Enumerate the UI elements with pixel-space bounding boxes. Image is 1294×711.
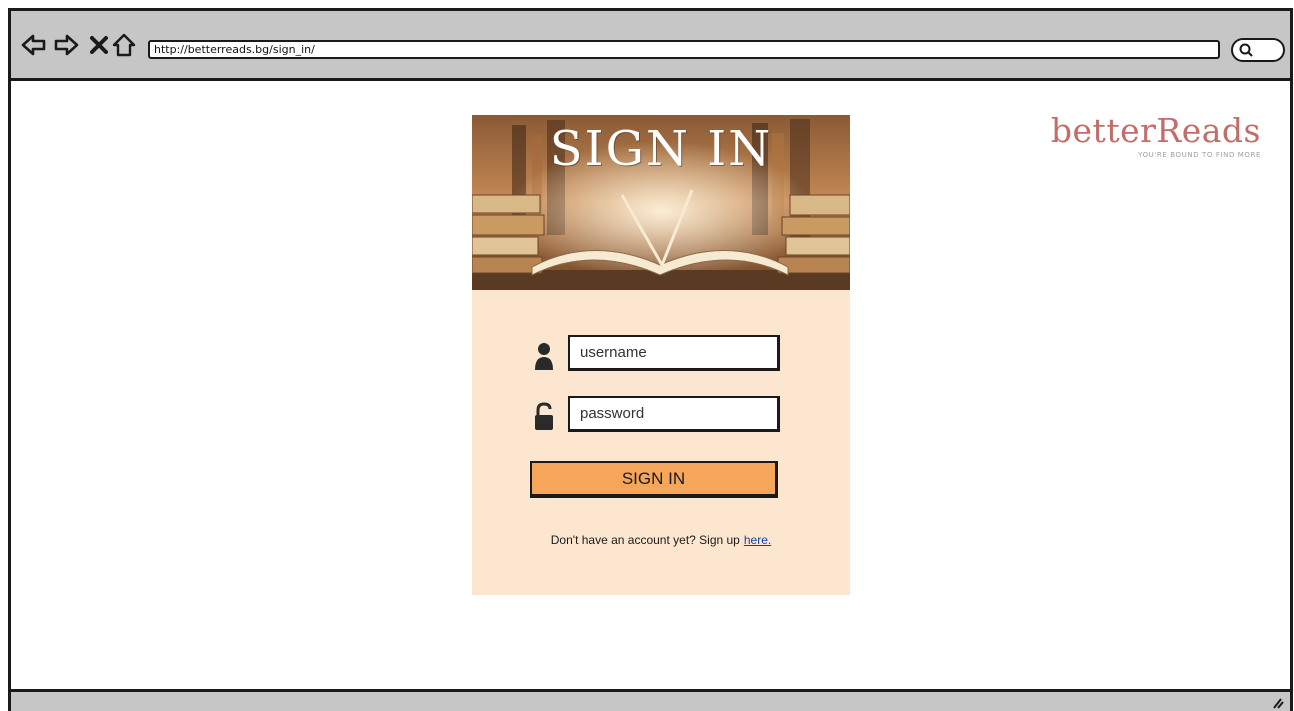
- search-button[interactable]: [1231, 38, 1285, 62]
- page-content: betterReads YOU'RE BOUND TO FIND MORE SI…: [11, 84, 1290, 689]
- user-icon: [533, 341, 555, 371]
- status-bar: [11, 689, 1290, 711]
- home-icon[interactable]: [111, 32, 137, 58]
- signup-link[interactable]: here.: [744, 533, 771, 547]
- username-field[interactable]: username: [568, 335, 780, 371]
- signin-card: SIGN IN username password SIGN IN Don't …: [472, 115, 850, 595]
- brand-name: betterReads: [1050, 111, 1261, 150]
- browser-toolbar: http://betterreads.bg/sign_in/: [11, 11, 1290, 81]
- brand-logo[interactable]: betterReads YOU'RE BOUND TO FIND MORE: [1046, 111, 1261, 160]
- hero-image: SIGN IN: [472, 115, 850, 290]
- signup-prompt-text: Don't have an account yet? Sign up: [550, 533, 740, 547]
- signup-prompt: Don't have an account yet? Sign up here.: [472, 533, 850, 547]
- brand-tagline: YOU'RE BOUND TO FIND MORE: [1138, 151, 1261, 159]
- unlock-icon: [533, 402, 555, 432]
- back-arrow-icon[interactable]: [21, 32, 47, 58]
- search-icon: [1239, 43, 1253, 57]
- forward-arrow-icon[interactable]: [53, 32, 79, 58]
- signin-button[interactable]: SIGN IN: [530, 461, 778, 498]
- hero-title: SIGN IN: [549, 121, 773, 177]
- password-field[interactable]: password: [568, 396, 780, 432]
- resize-grip-icon[interactable]: [1270, 695, 1284, 709]
- close-icon[interactable]: [86, 32, 112, 58]
- browser-window: http://betterreads.bg/sign_in/ betterRea…: [8, 8, 1293, 711]
- url-bar[interactable]: http://betterreads.bg/sign_in/: [148, 40, 1220, 59]
